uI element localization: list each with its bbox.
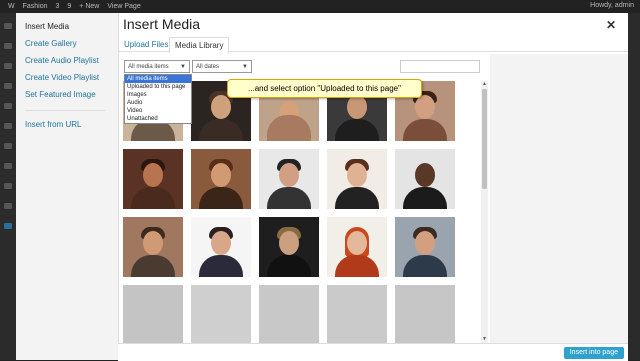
wp-admin-sidebar <box>0 13 16 360</box>
insert-into-page-button[interactable]: Insert into page <box>563 347 624 359</box>
admin-bar-item-site[interactable]: Fashion <box>23 3 48 10</box>
tab-upload-files[interactable]: Upload Files <box>119 37 173 52</box>
media-type-filter[interactable]: All media items ▼ <box>124 60 190 73</box>
admin-bar: W Fashion 3 9 + New View Page Howdy, adm… <box>0 0 640 13</box>
option-images[interactable]: Images <box>125 91 191 99</box>
menu-insert-media[interactable]: Insert Media <box>25 22 69 31</box>
attachment-details-panel <box>490 54 628 343</box>
pages-icon[interactable] <box>4 83 12 89</box>
media-thumb-13[interactable] <box>259 217 319 277</box>
admin-bar-item-new[interactable]: + New <box>79 3 99 10</box>
admin-bar-item-updates[interactable]: 3 <box>56 3 60 10</box>
media-thumb-17[interactable] <box>191 285 251 343</box>
pages-active-icon[interactable] <box>4 223 12 229</box>
media-type-filter-value: All media items <box>128 64 169 70</box>
close-icon[interactable]: ✕ <box>606 18 616 32</box>
media-thumb-19[interactable] <box>327 285 387 343</box>
tools-icon[interactable] <box>4 183 12 189</box>
menu-create-audio-playlist[interactable]: Create Audio Playlist <box>25 56 99 65</box>
chevron-down-icon: ▼ <box>242 64 248 70</box>
chevron-down-icon: ▼ <box>180 64 186 70</box>
media-thumb-12[interactable] <box>191 217 251 277</box>
option-audio[interactable]: Audio <box>125 99 191 107</box>
media-modal-footer: Insert into page <box>118 343 628 361</box>
settings-icon[interactable] <box>4 203 12 209</box>
scrollbar-thumb[interactable] <box>482 89 487 189</box>
media-thumb-7[interactable] <box>191 149 251 209</box>
option-all-media-items[interactable]: All media items <box>125 75 191 83</box>
tab-media-library[interactable]: Media Library <box>169 37 230 54</box>
menu-create-video-playlist[interactable]: Create Video Playlist <box>25 73 99 82</box>
wp-logo-icon[interactable]: W <box>8 3 15 10</box>
menu-separator <box>25 110 105 111</box>
media-thumb-15[interactable] <box>395 217 455 277</box>
option-video[interactable]: Video <box>125 107 191 115</box>
media-thumb-8[interactable] <box>259 149 319 209</box>
background-edge <box>628 13 640 360</box>
search-input[interactable] <box>400 60 480 73</box>
insert-media-modal: Insert Media Create Gallery Create Audio… <box>16 13 628 361</box>
admin-bar-howdy[interactable]: Howdy, admin <box>590 2 634 9</box>
menu-insert-from-url[interactable]: Insert from URL <box>25 120 81 129</box>
date-filter-value: All dates <box>196 64 220 70</box>
scroll-up-icon[interactable]: ▲ <box>481 81 488 88</box>
media-thumb-16[interactable] <box>123 285 183 343</box>
menu-create-gallery[interactable]: Create Gallery <box>25 39 77 48</box>
media-thumb-10[interactable] <box>395 149 455 209</box>
appearance-icon[interactable] <box>4 123 12 129</box>
media-thumb-6[interactable] <box>123 149 183 209</box>
date-filter[interactable]: All dates ▼ <box>192 60 252 73</box>
option-unattached[interactable]: Unattached <box>125 115 191 123</box>
posts-icon[interactable] <box>4 43 12 49</box>
media-thumb-9[interactable] <box>327 149 387 209</box>
media-icon[interactable] <box>4 63 12 69</box>
scroll-down-icon[interactable]: ▼ <box>481 336 488 343</box>
admin-bar-item-view-page[interactable]: View Page <box>107 3 140 10</box>
users-icon[interactable] <box>4 163 12 169</box>
media-grid-scrollbar[interactable]: ▲ ▼ <box>481 81 488 343</box>
menu-set-featured-image[interactable]: Set Featured Image <box>25 90 96 99</box>
admin-bar-item-comments[interactable]: 9 <box>67 3 71 10</box>
modal-title: Insert Media <box>123 16 201 32</box>
tutorial-tooltip: ...and select option "Uploaded to this p… <box>227 79 422 98</box>
media-thumb-18[interactable] <box>259 285 319 343</box>
plugins-icon[interactable] <box>4 143 12 149</box>
comments-icon[interactable] <box>4 103 12 109</box>
media-thumb-11[interactable] <box>123 217 183 277</box>
dashboard-icon[interactable] <box>4 23 12 29</box>
media-thumb-20[interactable] <box>395 285 455 343</box>
media-thumb-14[interactable] <box>327 217 387 277</box>
option-uploaded-to-this-page[interactable]: Uploaded to this page <box>125 83 191 91</box>
media-modal-menu: Insert Media Create Gallery Create Audio… <box>16 13 119 360</box>
media-type-dropdown: All media items Uploaded to this page Im… <box>124 74 192 124</box>
